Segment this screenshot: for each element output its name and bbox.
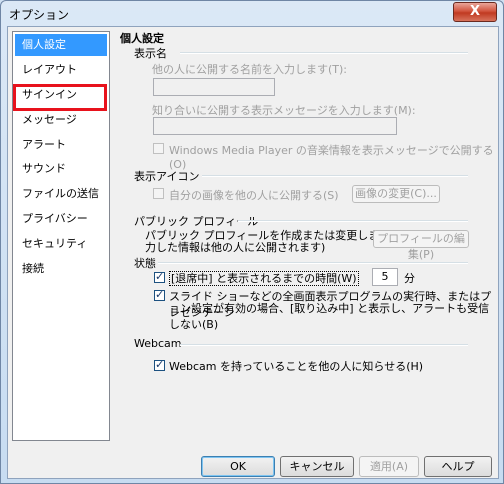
- dialog-body: 個人設定 レイアウト サインイン メッセージ アラート サウンド ファイルの送信…: [7, 26, 499, 479]
- sidebar-item-connection[interactable]: 接続: [15, 258, 107, 280]
- sidebar-item-personal[interactable]: 個人設定: [15, 34, 107, 56]
- fullscreen-busy-label-2: ョン設定が有効の場合、[取り込み中] と表示し、アラートも受信しない(B): [169, 302, 490, 331]
- away-minutes-unit: 分: [404, 272, 415, 285]
- signin-highlight-frame: [13, 84, 107, 111]
- sidebar-item-alerts[interactable]: アラート: [15, 134, 107, 156]
- sidebar-item-messages[interactable]: メッセージ: [15, 109, 107, 131]
- display-name-label: 他の人に公開する名前を入力します(T):: [152, 63, 348, 76]
- divider: [158, 262, 468, 264]
- section-display-icon: 表示アイコン: [134, 170, 200, 183]
- ok-button[interactable]: OK: [201, 456, 275, 477]
- change-picture-button[interactable]: 画像の変更(C)...: [352, 185, 440, 203]
- webcam-share-checkbox[interactable]: [154, 358, 165, 371]
- apply-button[interactable]: 適用(A): [359, 456, 419, 477]
- section-status: 状態: [134, 257, 156, 270]
- sidebar-item-sounds[interactable]: サウンド: [15, 158, 107, 180]
- divider: [180, 52, 468, 54]
- away-timer-checkbox[interactable]: [154, 270, 165, 283]
- title-bar[interactable]: オプション X: [1, 1, 503, 25]
- share-picture-checkbox[interactable]: [153, 188, 164, 199]
- display-name-input[interactable]: [153, 78, 275, 96]
- close-button[interactable]: X: [453, 2, 497, 22]
- personal-message-label: 知り合いに公開する表示メッセージを入力します(M):: [152, 104, 416, 117]
- personal-message-input[interactable]: [153, 117, 397, 135]
- sidebar-item-layout[interactable]: レイアウト: [15, 59, 107, 81]
- edit-profile-button[interactable]: プロフィールの編集(P): [373, 230, 469, 261]
- divider: [202, 175, 468, 177]
- settings-panel: 個人設定 表示名 他の人に公開する名前を入力します(T): 知り合いに公開する表…: [116, 27, 496, 447]
- options-window: オプション X 個人設定 レイアウト サインイン メッセージ アラート サウンド…: [0, 0, 504, 484]
- away-minutes-input[interactable]: 5: [372, 268, 398, 286]
- section-display-name: 表示名: [134, 47, 167, 60]
- sidebar-item-file-transfer[interactable]: ファイルの送信: [15, 183, 107, 205]
- fullscreen-busy-checkbox[interactable]: [154, 288, 165, 301]
- webcam-share-label: Webcam を持っていることを他の人に知らせる(H): [169, 360, 424, 373]
- cancel-button[interactable]: キャンセル: [280, 456, 354, 477]
- share-picture-label: 自分の画像を他の人に公開する(S): [169, 189, 339, 202]
- sidebar-item-privacy[interactable]: プライバシー: [15, 208, 107, 230]
- away-timer-label: [退席中] と表示されるまでの時間(W): [169, 271, 359, 286]
- help-button[interactable]: ヘルプ: [424, 456, 492, 477]
- wmp-music-label: Windows Media Player の音楽情報を表示メッセージで公開する(…: [169, 144, 494, 171]
- window-title: オプション: [9, 8, 70, 22]
- divider: [238, 220, 468, 222]
- category-list: 個人設定 レイアウト サインイン メッセージ アラート サウンド ファイルの送信…: [12, 31, 110, 441]
- wmp-music-checkbox[interactable]: [153, 143, 164, 154]
- public-profile-description-2: 力した情報は他の人に公開されます): [145, 241, 326, 254]
- page-title: 個人設定: [120, 32, 164, 45]
- divider: [180, 344, 468, 346]
- section-webcam: Webcam: [134, 337, 182, 350]
- sidebar-item-security[interactable]: セキュリティ: [15, 233, 107, 255]
